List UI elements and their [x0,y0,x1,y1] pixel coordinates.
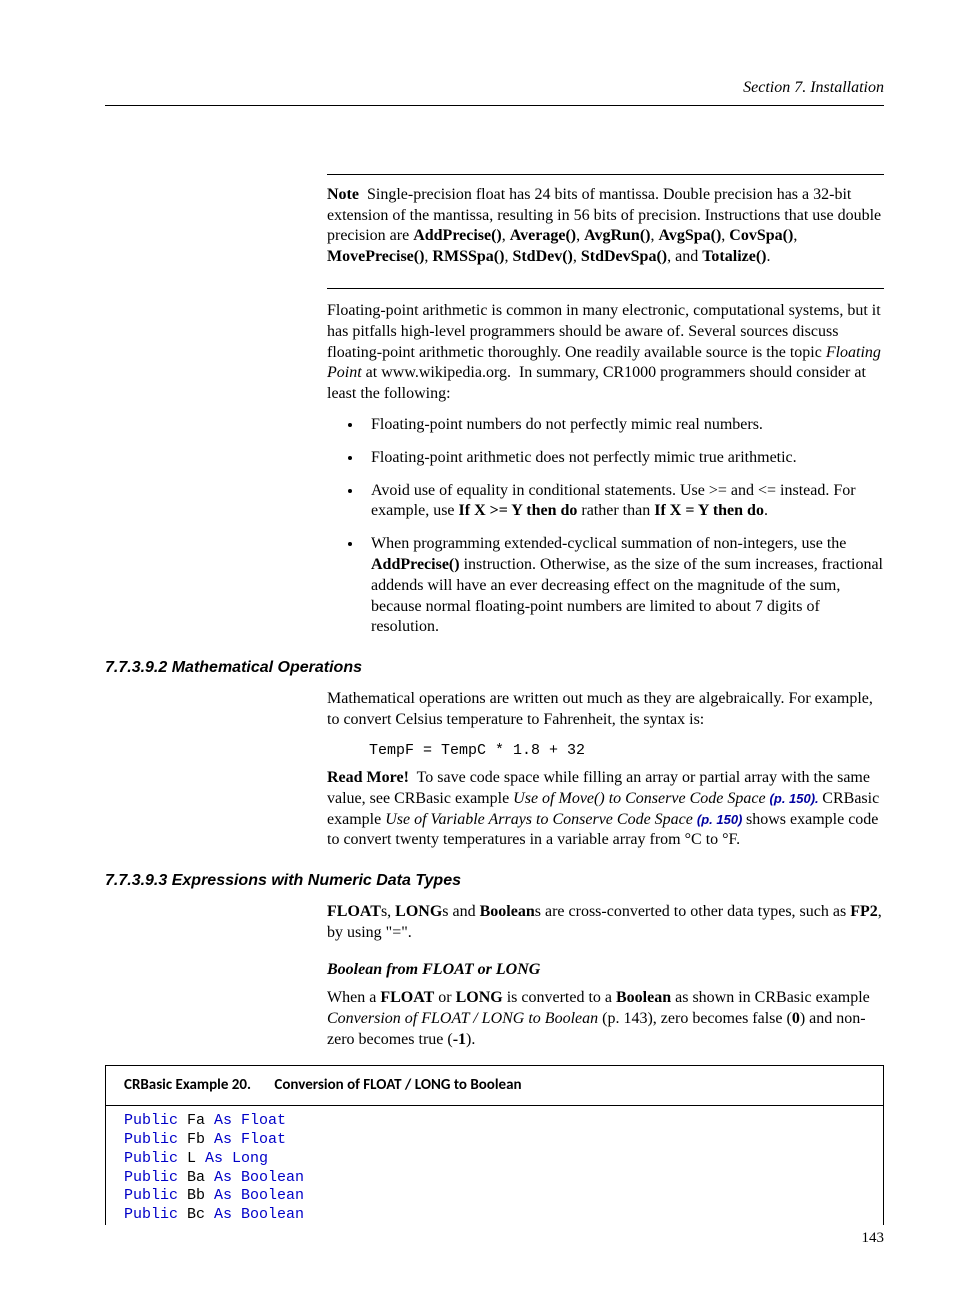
list-item: When programming extended-cyclical summa… [363,534,884,638]
code-line: Public Ba As Boolean [124,1169,865,1188]
page: Section 7. Installation Note Single-prec… [0,0,954,1295]
list-item: Avoid use of equality in conditional sta… [363,481,884,523]
section-heading-expressions: 7.7.3.9.3 Expressions with Numeric Data … [105,871,884,892]
code-line: Public Fb As Float [124,1131,865,1150]
body-column: Mathematical operations are written out … [327,689,884,851]
page-ref-link[interactable]: (p. 150) [697,812,746,827]
list-item: Floating-point numbers do not perfectly … [363,415,884,436]
example-title-bar: CRBasic Example 20. Conversion of FLOAT … [106,1066,883,1107]
intro-para: Floating-point arithmetic is common in m… [327,301,884,405]
code-line: Public Bc As Boolean [124,1206,865,1225]
expr-para: FLOATs, LONGs and Booleans are cross-con… [327,902,884,944]
note-text: Note Single-precision float has 24 bits … [327,185,884,268]
list-item: Floating-point arithmetic does not perfe… [363,448,884,469]
example-label: CRBasic Example 20. [124,1076,251,1094]
page-number: 143 [862,1229,885,1249]
body-column: Note Single-precision float has 24 bits … [327,174,884,638]
running-header: Section 7. Installation [105,78,884,106]
crbasic-example-box: CRBasic Example 20. Conversion of FLOAT … [105,1065,884,1225]
example-code-block: Public Fa As Float Public Fb As Float Pu… [106,1106,883,1225]
math-ops-para: Mathematical operations are written out … [327,689,884,731]
subheading-boolean: Boolean from FLOAT or LONG [327,960,884,981]
code-line: Public L As Long [124,1150,865,1169]
code-line: Public Bb As Boolean [124,1187,865,1206]
code-sample: TempF = TempC * 1.8 + 32 [369,741,884,761]
boolean-para: When a FLOAT or LONG is converted to a B… [327,988,884,1050]
bullet-list: Floating-point numbers do not perfectly … [339,415,884,638]
section-heading-math-ops: 7.7.3.9.2 Mathematical Operations [105,658,884,679]
note-box: Note Single-precision float has 24 bits … [327,174,884,289]
example-title-text: Conversion of FLOAT / LONG to Boolean [274,1076,521,1094]
body-column: FLOATs, LONGs and Booleans are cross-con… [327,902,884,1051]
read-more-para: Read More! To save code space while fill… [327,768,884,851]
page-ref-link[interactable]: (p. 150). [770,791,823,806]
code-line: Public Fa As Float [124,1112,865,1131]
